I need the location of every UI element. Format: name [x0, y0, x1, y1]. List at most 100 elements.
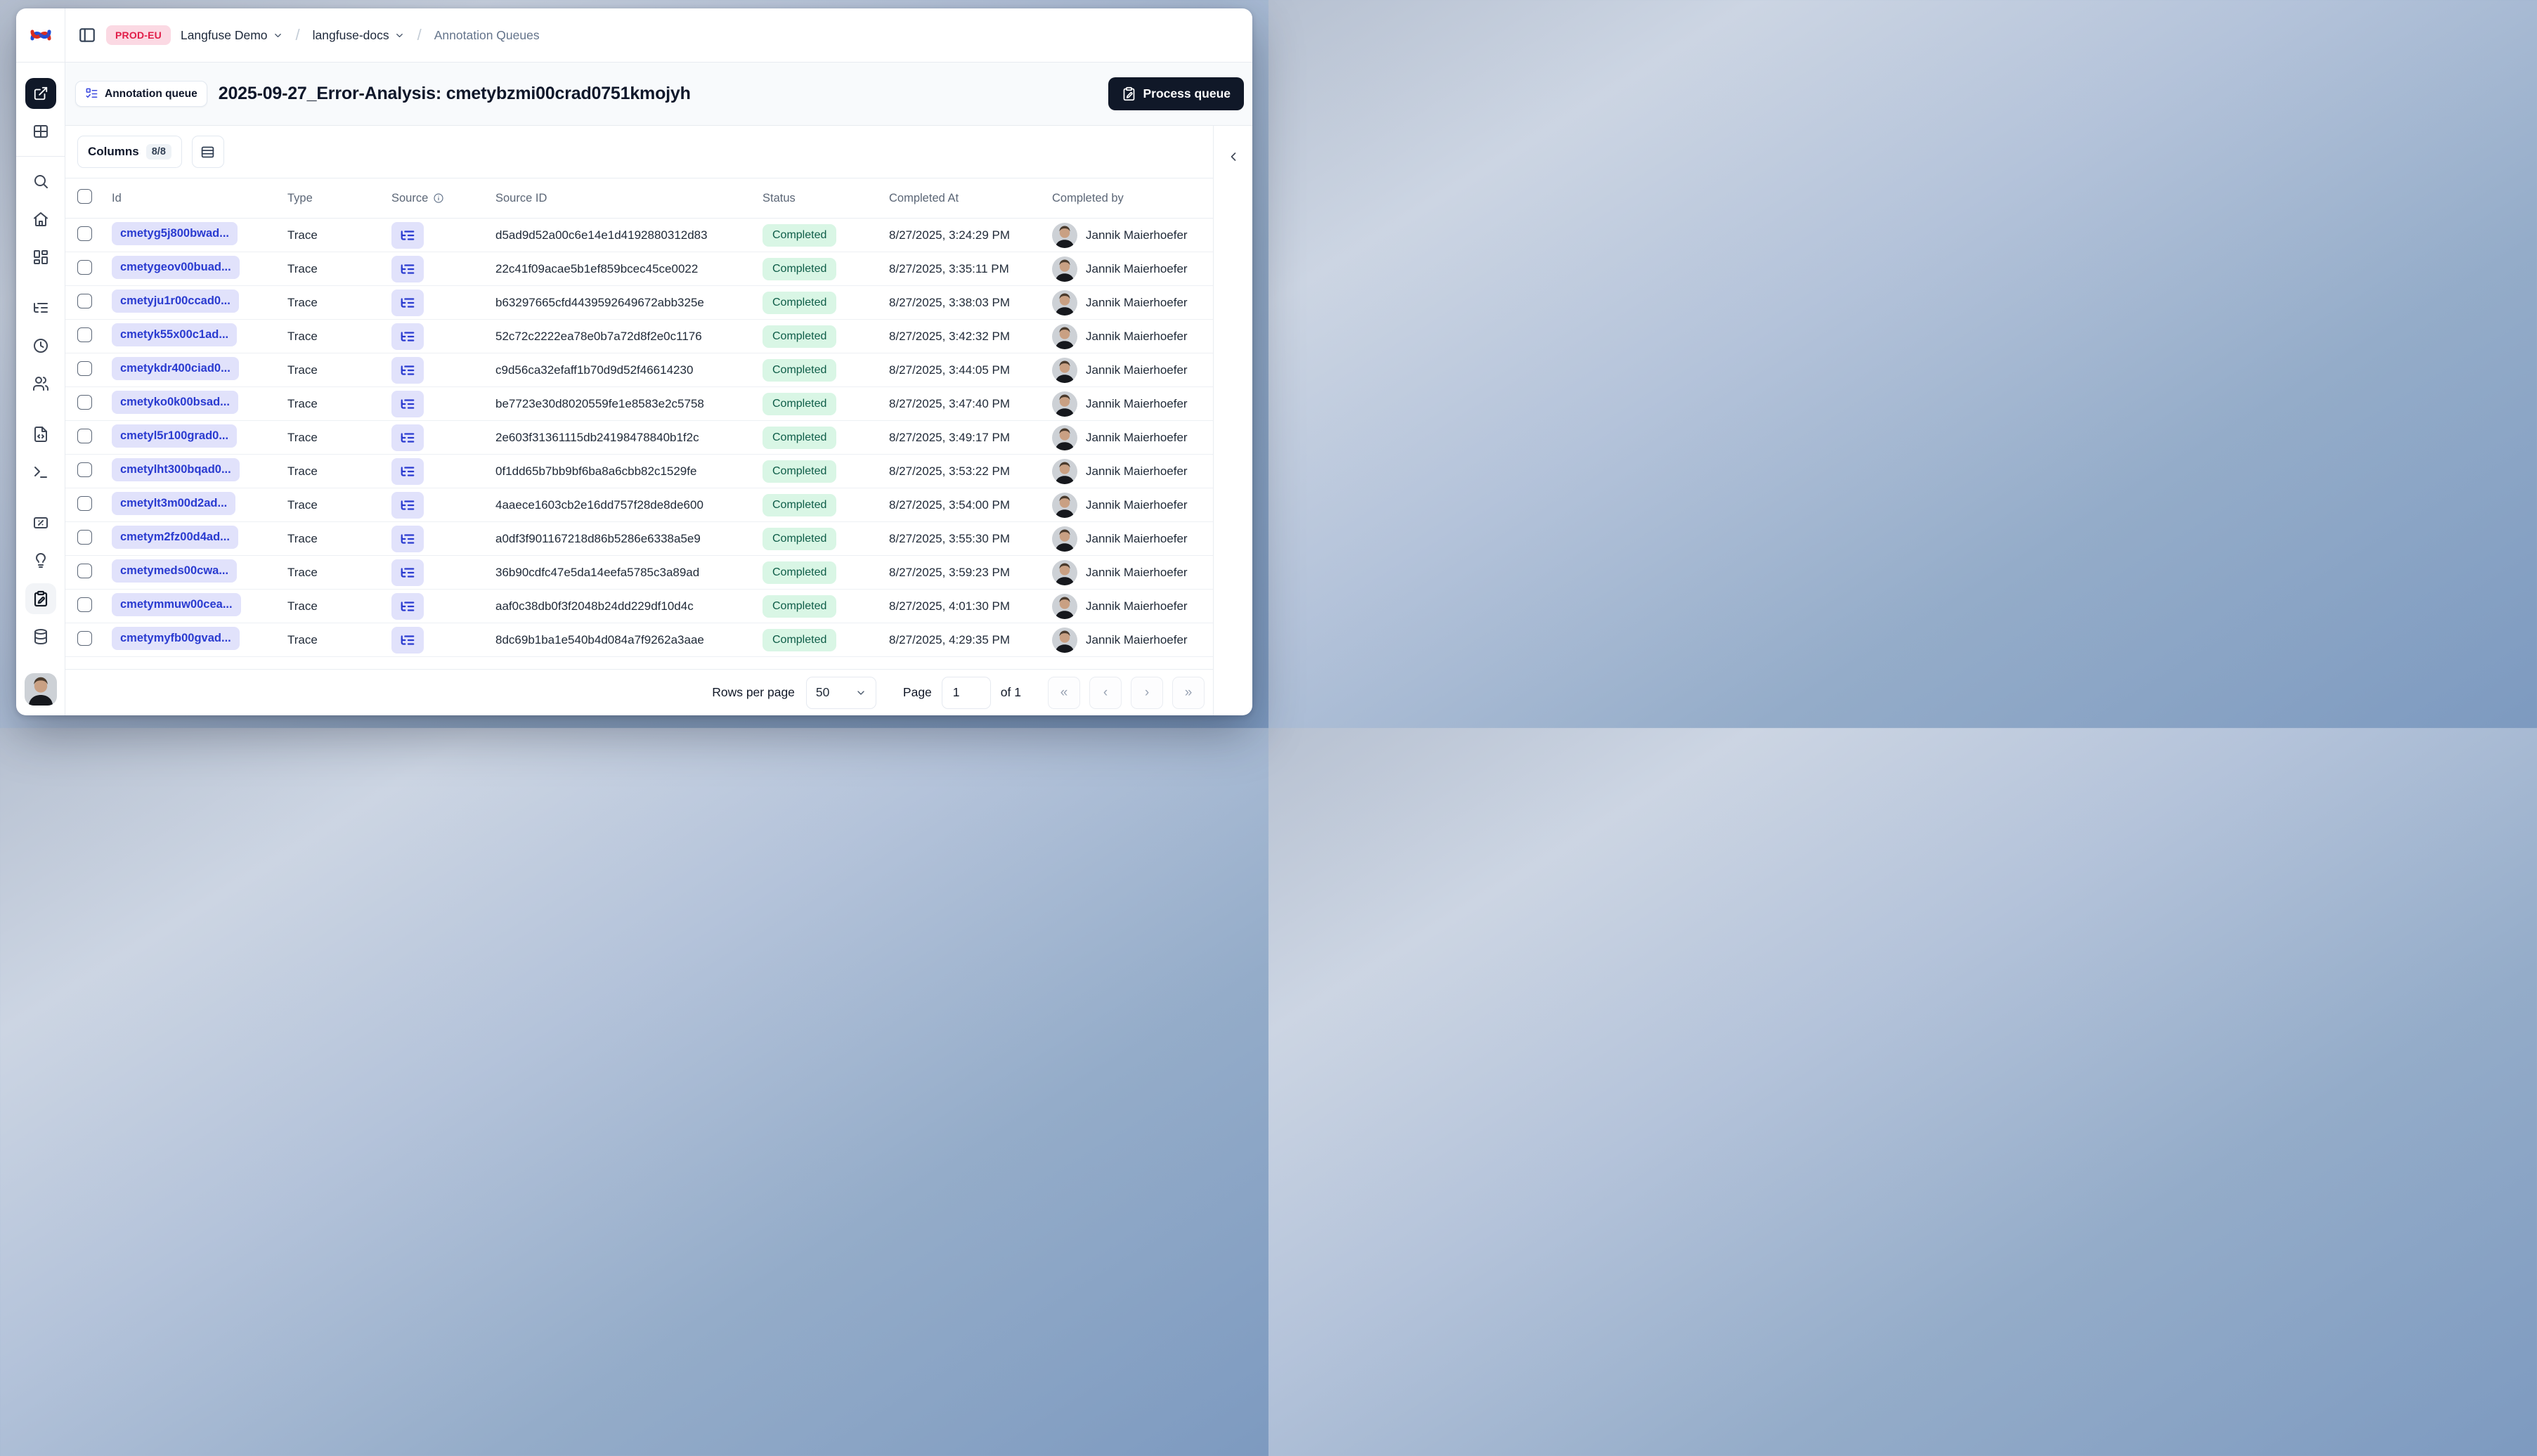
sidebar-item-datasets[interactable] — [25, 621, 56, 652]
langfuse-logo[interactable] — [16, 8, 65, 62]
sidebar-item-users[interactable] — [25, 368, 56, 399]
trace-source-badge[interactable] — [391, 592, 424, 620]
row-checkbox[interactable] — [77, 462, 92, 477]
column-header-id[interactable]: Id — [105, 178, 280, 219]
environment-badge: PROD-EU — [106, 25, 171, 45]
select-all-checkbox[interactable] — [77, 189, 92, 204]
sidebar-item-tables[interactable] — [25, 116, 56, 147]
item-id-badge[interactable]: cmetym2fz00d4ad... — [112, 525, 238, 549]
trace-source-badge[interactable] — [391, 323, 424, 350]
trace-source-badge[interactable] — [391, 626, 424, 654]
sidebar-item-evaluation[interactable] — [25, 507, 56, 538]
table-row[interactable]: cmetymeds00cwa... Trace 36b90cdfc47e5da1… — [65, 555, 1213, 590]
page-number-input[interactable] — [941, 676, 991, 709]
column-header-source[interactable]: Source — [384, 178, 488, 219]
sidebar-item-search[interactable] — [25, 166, 56, 197]
row-checkbox[interactable] — [77, 293, 92, 308]
table-row[interactable]: cmetym2fz00d4ad... Trace a0df3f901167218… — [65, 521, 1213, 556]
table-row[interactable]: cmetylt3m00d2ad... Trace 4aaece1603cb2e1… — [65, 488, 1213, 522]
item-id-badge[interactable]: cmetyju1r00ccad0... — [112, 289, 239, 313]
column-header-status[interactable]: Status — [755, 178, 882, 219]
first-page-button[interactable]: « — [1048, 676, 1080, 709]
home-icon — [33, 212, 48, 226]
table-row[interactable]: cmetyko0k00bsad... Trace be7723e30d80205… — [65, 386, 1213, 421]
trace-source-badge[interactable] — [391, 356, 424, 384]
trace-source-badge[interactable] — [391, 424, 424, 451]
table-row[interactable]: cmetylht300bqad0... Trace 0f1dd65b7bb9bf… — [65, 454, 1213, 488]
item-id-badge[interactable]: cmetykdr400ciad0... — [112, 356, 239, 380]
item-id-badge[interactable]: cmetymeds00cwa... — [112, 559, 238, 583]
row-checkbox[interactable] — [77, 259, 92, 275]
sidebar-item-annotation-queues[interactable] — [25, 583, 56, 614]
row-checkbox[interactable] — [77, 394, 92, 410]
sidebar-item-open-external[interactable] — [25, 78, 56, 109]
next-page-button[interactable]: › — [1131, 676, 1163, 709]
sidebar-item-prompts[interactable] — [25, 419, 56, 450]
column-header-source-id[interactable]: Source ID — [488, 178, 755, 219]
item-id-badge[interactable]: cmetymmuw00cea... — [112, 592, 241, 616]
row-checkbox[interactable] — [77, 226, 92, 241]
row-checkbox[interactable] — [77, 360, 92, 376]
item-id-badge[interactable]: cmetylt3m00d2ad... — [112, 491, 236, 515]
trace-source-badge[interactable] — [391, 255, 424, 282]
trace-source-badge[interactable] — [391, 221, 424, 249]
trace-source-badge[interactable] — [391, 390, 424, 417]
trace-source-badge[interactable] — [391, 525, 424, 552]
breadcrumb-org[interactable]: Langfuse Demo — [181, 28, 283, 43]
table-row[interactable]: cmetyl5r100grad0... Trace 2e603f31361115… — [65, 420, 1213, 455]
sidebar-item-home[interactable] — [25, 204, 56, 235]
breadcrumb-separator: / — [417, 26, 422, 44]
table-row[interactable]: cmetymyfb00gvad... Trace 8dc69b1ba1e540b… — [65, 623, 1213, 657]
trace-source-badge[interactable] — [391, 457, 424, 485]
row-checkbox[interactable] — [77, 597, 92, 612]
sidebar-divider — [16, 156, 65, 157]
column-header-completed-at[interactable]: Completed At — [882, 178, 1045, 219]
row-checkbox[interactable] — [77, 327, 92, 342]
sidebar-item-insights[interactable] — [25, 545, 56, 576]
sidebar-item-playground[interactable] — [25, 457, 56, 488]
item-id-badge[interactable]: cmetyko0k00bsad... — [112, 390, 238, 414]
table-row[interactable]: cmetyju1r00ccad0... Trace b63297665cfd44… — [65, 285, 1213, 320]
item-id-badge[interactable]: cmetyg5j800bwad... — [112, 221, 238, 245]
table-grid-icon — [33, 125, 48, 138]
avatar — [1052, 492, 1077, 518]
breadcrumb-project[interactable]: langfuse-docs — [313, 28, 405, 43]
sidebar-item-sessions[interactable] — [25, 330, 56, 361]
prev-page-button[interactable]: ‹ — [1089, 676, 1122, 709]
trace-source-badge[interactable] — [391, 559, 424, 586]
row-checkbox[interactable] — [77, 529, 92, 545]
trace-source-badge[interactable] — [391, 289, 424, 316]
row-checkbox[interactable] — [77, 495, 92, 511]
sidebar-toggle-button[interactable] — [78, 26, 96, 44]
table-row[interactable]: cmetyk55x00c1ad... Trace 52c72c2222ea78e… — [65, 319, 1213, 353]
row-checkbox[interactable] — [77, 563, 92, 578]
row-height-button[interactable] — [191, 136, 224, 168]
table-row[interactable]: cmetykdr400ciad0... Trace c9d56ca32efaff… — [65, 353, 1213, 387]
user-avatar[interactable] — [24, 673, 57, 706]
row-checkbox[interactable] — [77, 630, 92, 646]
completed-by-name: Jannik Maierhoefer — [1086, 430, 1188, 444]
completed-by-name: Jannik Maierhoefer — [1086, 565, 1188, 579]
item-id-badge[interactable]: cmetygeov00buad... — [112, 255, 240, 279]
rows-per-page-select[interactable]: 50 — [805, 676, 876, 709]
item-id-badge[interactable]: cmetylht300bqad0... — [112, 457, 240, 481]
item-id-badge[interactable]: cmetymyfb00gvad... — [112, 626, 240, 650]
table-row[interactable]: cmetymmuw00cea... Trace aaf0c38db0f3f204… — [65, 589, 1213, 623]
sidebar-item-traces[interactable] — [25, 292, 56, 323]
process-queue-button[interactable]: Process queue — [1108, 77, 1244, 110]
last-page-button[interactable]: » — [1172, 676, 1205, 709]
column-header-completed-by[interactable]: Completed by — [1045, 178, 1213, 219]
table-row[interactable]: cmetygeov00buad... Trace 22c41f09acae5b1… — [65, 252, 1213, 286]
columns-button[interactable]: Columns 8/8 — [77, 136, 182, 168]
column-header-type[interactable]: Type — [280, 178, 384, 219]
avatar — [1052, 526, 1077, 552]
langfuse-knot-icon — [30, 30, 51, 41]
sidebar-item-dashboards[interactable] — [25, 242, 56, 273]
avatar — [1052, 391, 1077, 417]
row-checkbox[interactable] — [77, 428, 92, 443]
item-id-badge[interactable]: cmetyl5r100grad0... — [112, 424, 238, 448]
trace-source-badge[interactable] — [391, 491, 424, 519]
table-row[interactable]: cmetyg5j800bwad... Trace d5ad9d52a00c6e1… — [65, 218, 1213, 252]
item-id-badge[interactable]: cmetyk55x00c1ad... — [112, 323, 238, 346]
collapse-panel-button[interactable] — [1222, 145, 1245, 168]
